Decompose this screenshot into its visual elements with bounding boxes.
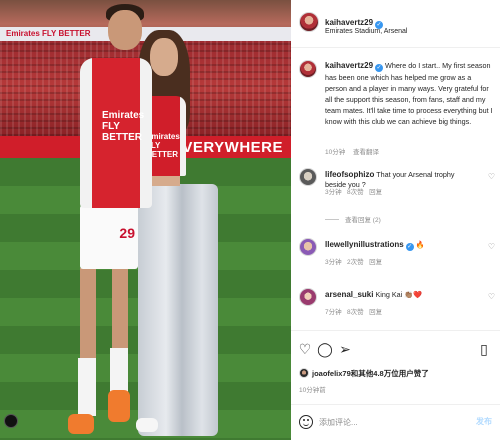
comment-body: arsenal_suki King Kai 👏🏽❤️	[325, 290, 475, 300]
comment-time: 7分钟	[325, 309, 342, 316]
comment-time: 3分钟	[325, 259, 342, 266]
banner-text: Emirates FLY BETTER	[6, 29, 91, 38]
share-icon[interactable]: ➢	[337, 341, 353, 357]
caption-avatar[interactable]	[299, 60, 317, 78]
comment-heart-icon[interactable]: ♡	[488, 172, 495, 181]
comment-heart-icon[interactable]: ♡	[488, 292, 495, 301]
post-location[interactable]: Emirates Stadium, Arsenal	[325, 28, 407, 35]
woman-trousers	[138, 184, 218, 436]
shirt-number: 29	[119, 225, 135, 241]
ad-board-text: VERYWHERE	[182, 139, 283, 156]
commenter-username[interactable]: lifeofsophizo	[325, 170, 374, 179]
comment-likes[interactable]: 2次赞	[347, 259, 364, 266]
likes-summary[interactable]: joaofelix79和其他4.8万位用户赞了	[299, 368, 429, 379]
reply-button[interactable]: 回复	[369, 309, 382, 316]
woman-face	[150, 38, 178, 76]
comment-text: King Kai 👏🏽❤️	[375, 290, 423, 299]
reply-button[interactable]: 回复	[369, 189, 382, 196]
comment-likes[interactable]: 8次赞	[347, 189, 364, 196]
man-leg-left	[80, 268, 96, 358]
caption-username[interactable]: kaihavertz29	[325, 61, 373, 70]
caption-text: Where do I start.. My first season has b…	[325, 61, 493, 126]
add-comment-bar: 发布	[291, 404, 500, 440]
verified-badge-icon: ✓	[375, 64, 384, 72]
man-leg-right	[112, 268, 128, 348]
liker-avatar[interactable]	[299, 368, 309, 378]
author-username[interactable]: kaihavertz29	[325, 18, 373, 27]
emoji-icon[interactable]	[299, 415, 313, 429]
comment-heart-icon[interactable]: ♡	[488, 242, 495, 251]
commenter-avatar[interactable]	[299, 288, 317, 306]
man-sock-right	[110, 348, 128, 394]
comment-text: 🔥	[415, 240, 425, 249]
post-photo[interactable]: Emirates FLY BETTER VERYWHERE Emirates F…	[0, 0, 291, 440]
view-replies-label[interactable]: 查看回复 (2)	[345, 217, 381, 224]
man-face	[108, 10, 142, 50]
man-shorts: 29	[80, 205, 138, 269]
man-shirt: Emirates FLY BETTER	[80, 58, 152, 208]
commenter-avatar[interactable]	[299, 168, 317, 186]
tagged-user-icon[interactable]	[4, 414, 18, 428]
man-shirt-sponsor: Emirates FLY BETTER	[102, 110, 145, 143]
caption-meta: 10分钟 查看翻译	[325, 146, 379, 156]
woman-shoe	[136, 418, 158, 432]
replies-divider	[325, 219, 339, 220]
caption-time: 10分钟	[325, 149, 346, 156]
comment-icon[interactable]: ◯	[317, 341, 333, 357]
comment-meta: 3分钟 8次赞 回复	[325, 186, 382, 196]
post-header: kaihavertz29 ✓ Emirates Stadium, Arsenal	[291, 0, 500, 48]
reply-button[interactable]: 回复	[369, 259, 382, 266]
comment-body: llewellynillustrations ✓ 🔥	[325, 240, 475, 251]
commenter-username[interactable]: arsenal_suki	[325, 290, 373, 299]
post-comment-button[interactable]: 发布	[476, 416, 492, 427]
post-panel: kaihavertz29 ✓ Emirates Stadium, Arsenal …	[291, 0, 500, 440]
translate-link[interactable]: 查看翻译	[353, 149, 379, 156]
post-actions: ♡ ◯ ➢ ▯	[291, 330, 500, 366]
bookmark-icon[interactable]: ▯	[476, 341, 492, 357]
man-sock-left	[78, 358, 96, 416]
caption-body: kaihavertz29 ✓ Where do I start.. My firs…	[325, 60, 495, 127]
likes-text[interactable]: joaofelix79和其他4.8万位用户赞了	[312, 369, 429, 378]
commenter-avatar[interactable]	[299, 238, 317, 256]
comment-likes[interactable]: 8次赞	[347, 309, 364, 316]
man-boot-left	[68, 414, 94, 434]
heart-icon[interactable]: ♡	[297, 341, 313, 357]
verified-badge-icon: ✓	[405, 243, 414, 251]
woman-top-sponsor: Emirates FLY BETTER	[146, 132, 180, 159]
comment-meta: 3分钟 2次赞 回复	[325, 256, 382, 266]
man-boot-right	[108, 390, 130, 422]
comment-time: 3分钟	[325, 189, 342, 196]
commenter-username[interactable]: llewellynillustrations	[325, 240, 404, 249]
comment-meta: 7分钟 8次赞 回复	[325, 306, 382, 316]
posted-time: 10分钟前	[299, 387, 326, 394]
view-replies[interactable]: 查看回复 (2)	[325, 214, 381, 224]
author-avatar[interactable]	[299, 12, 319, 32]
comment-input[interactable]	[319, 415, 459, 429]
